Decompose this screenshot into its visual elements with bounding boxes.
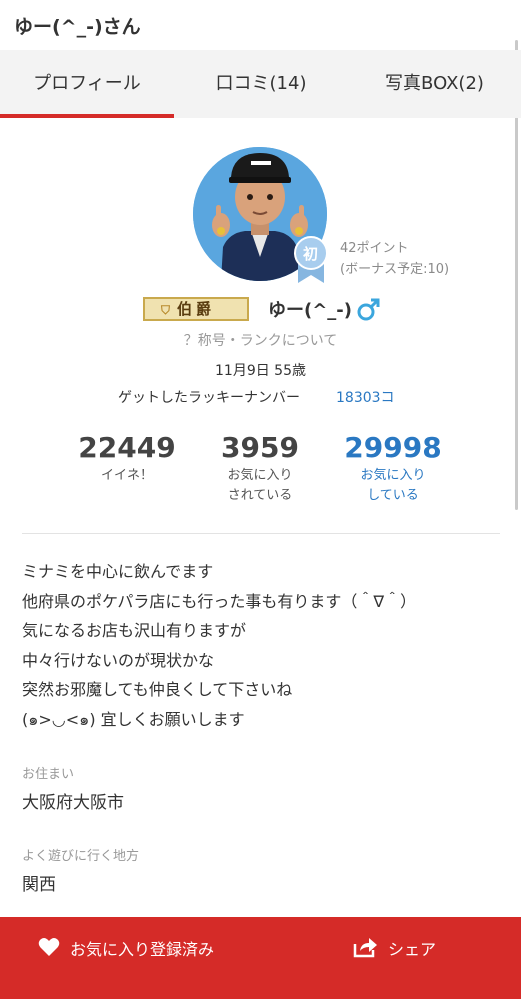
rank-badge: ⛉ 伯爵 xyxy=(143,297,249,321)
points-value: 42ポイント xyxy=(340,241,409,256)
area-value: 関西 xyxy=(22,875,56,895)
divider xyxy=(22,533,500,534)
stat-favoriting-label-2[interactable]: している xyxy=(318,486,468,506)
page-title: ゆー(^_-)さん xyxy=(14,16,141,38)
points-info: 42ポイント (ボーナス予定:10) xyxy=(340,238,449,280)
intro-line: 他府県のポケパラ店にも行った事も有ります（＾∇＾） xyxy=(22,591,417,611)
residence-label: お住まい xyxy=(22,767,75,782)
title-bar: ゆー(^_-)さん xyxy=(0,0,521,50)
stat-favoriting[interactable]: 29998 お気に入り している xyxy=(318,430,468,506)
tab-profile[interactable]: プロフィール xyxy=(0,50,174,118)
favorite-button[interactable]: お気に入り登録済み xyxy=(0,917,260,977)
heart-icon xyxy=(38,938,60,956)
stat-likes: 22449 イイネ！ xyxy=(52,430,202,486)
tab-photo-box[interactable]: 写真BOX(2) xyxy=(348,50,521,118)
intro-line: (๑>◡<๑) 宜しくお願いします xyxy=(22,709,245,729)
lucky-number-label: ゲットしたラッキーナンバー xyxy=(118,390,300,406)
area-label: よく遊びに行く地方 xyxy=(22,849,140,864)
beginner-badge-label: 初 xyxy=(303,245,319,263)
bottom-action-bar: お気に入り登録済み シェア xyxy=(0,917,521,999)
tab-reviews[interactable]: 口コミ(14) xyxy=(174,50,348,118)
rank-label: 伯爵 xyxy=(176,300,215,318)
male-icon xyxy=(356,296,382,322)
tab-bar: プロフィール 口コミ(14) 写真BOX(2) xyxy=(0,50,521,118)
intro-line: ミナミを中心に飲んでます xyxy=(22,562,214,581)
intro-line: 中々行けないのが現状かな xyxy=(22,650,215,670)
residence-value: 大阪府大阪市 xyxy=(22,793,124,813)
stat-likes-value: 22449 xyxy=(78,431,176,464)
bonus-points: (ボーナス予定:10) xyxy=(340,262,450,277)
stat-favorited-by-label-2: されている xyxy=(227,488,293,503)
user-name: ゆー(^_-) xyxy=(268,300,353,321)
rank-help-link[interactable]: ？称号・ランクについて xyxy=(0,330,521,350)
stat-favorited-by: 3959 お気に入り されている xyxy=(185,430,335,506)
share-button-label: シェア xyxy=(388,940,437,959)
stat-favoriting-value[interactable]: 29998 xyxy=(318,430,468,466)
stat-favorited-by-label-1: お気に入り xyxy=(227,468,293,483)
stat-favoriting-label-1[interactable]: お気に入り xyxy=(318,466,468,486)
intro-line: 突然お邪魔しても仲良くして下さいね xyxy=(22,680,293,699)
lucky-number-value[interactable]: 18303コ xyxy=(336,387,395,407)
share-button[interactable]: シェア xyxy=(340,917,520,977)
self-introduction: ミナミを中心に飲んでます 他府県のポケパラ店にも行った事も有ります（＾∇＾） 気… xyxy=(22,557,416,734)
active-tab-indicator xyxy=(0,114,174,118)
rank-shield-icon: ⛉ xyxy=(161,303,171,317)
stat-likes-label: イイネ！ xyxy=(100,468,153,483)
favorite-button-label: お気に入り登録済み xyxy=(70,940,215,959)
intro-line: 気になるお店も沢山有りますが xyxy=(22,621,247,640)
share-icon xyxy=(353,938,377,958)
stat-favorited-by-value: 3959 xyxy=(221,431,299,464)
birthday-age: 11月9日 55歳 xyxy=(215,363,306,379)
